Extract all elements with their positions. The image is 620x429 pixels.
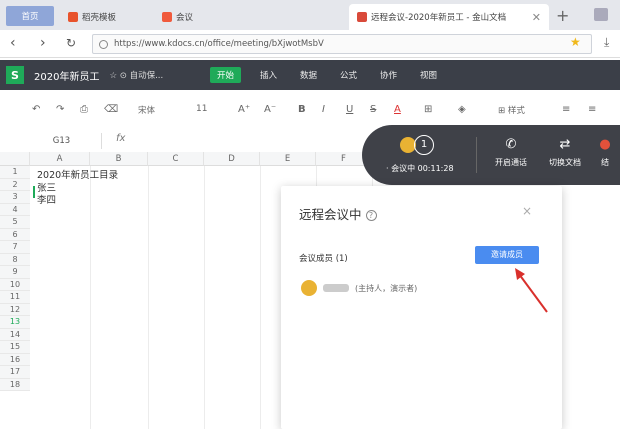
- member-row: (主持人，演示者): [301, 280, 417, 296]
- bookmark-star-icon[interactable]: ★: [570, 35, 581, 49]
- app-header: S 2020年新员工 ☆ ⊙ 自动保... 开始 插入 数据 公式 协作 视图: [0, 60, 620, 90]
- font-size-select[interactable]: 11: [196, 104, 207, 114]
- font-select[interactable]: 宋体: [138, 104, 155, 116]
- grid-line: [260, 166, 261, 429]
- end-icon: ●: [599, 137, 611, 152]
- end-meeting-button[interactable]: ● 结: [590, 137, 620, 168]
- column-header[interactable]: A: [30, 152, 90, 166]
- remote-meeting-icon: [357, 12, 367, 22]
- search-icon: [99, 39, 108, 49]
- tab-templates[interactable]: 稻壳模板: [62, 4, 146, 30]
- menu-insert[interactable]: 插入: [260, 69, 277, 81]
- close-icon[interactable]: ×: [522, 204, 532, 218]
- italic-icon[interactable]: I: [322, 104, 325, 115]
- row-header[interactable]: 5: [0, 216, 30, 229]
- document-title[interactable]: 2020年新员工: [34, 68, 99, 83]
- phone-icon: ✆: [505, 137, 517, 152]
- row-header[interactable]: 6: [0, 228, 30, 241]
- switch-doc-icon: ⇄: [559, 137, 571, 152]
- row-header[interactable]: 16: [0, 353, 30, 366]
- row-header[interactable]: 7: [0, 241, 30, 254]
- meeting-status: · 会议中 00:11:28: [386, 164, 454, 173]
- start-call-button[interactable]: ✆ 开启通话: [486, 137, 536, 168]
- app-logo: S: [6, 66, 24, 84]
- column-header[interactable]: E: [260, 152, 316, 166]
- cell-style-select[interactable]: ⊞ 样式: [498, 104, 525, 116]
- clear-format-icon[interactable]: ⌫: [104, 104, 118, 115]
- row-header[interactable]: 9: [0, 266, 30, 279]
- member-role: (主持人，演示者): [355, 283, 418, 293]
- url-input[interactable]: https://www.kdocs.cn/office/meeting/bXjw…: [92, 34, 592, 54]
- row-header[interactable]: 18: [0, 378, 30, 391]
- browser-tab-bar: 首页 稻壳模板 会议 远程会议-2020年新员工 - 金山文档 ✕ +: [0, 0, 620, 30]
- row-header[interactable]: 11: [0, 291, 30, 304]
- format-painter-icon[interactable]: ⎙: [80, 104, 88, 115]
- switch-document-button[interactable]: ⇄ 切换文档: [540, 137, 590, 168]
- divider: [476, 137, 477, 173]
- menu-data[interactable]: 数据: [300, 69, 317, 81]
- fill-color-icon[interactable]: ◈: [458, 104, 466, 115]
- templates-icon: [68, 12, 78, 22]
- close-tab-icon[interactable]: ✕: [532, 11, 541, 24]
- cell-reference-box[interactable]: G13: [22, 133, 102, 149]
- meeting-control-bar: 1 · 会议中 00:11:28 ✆ 开启通话 ⇄ 切换文档 ● 结: [362, 125, 620, 185]
- tab-home[interactable]: 首页: [6, 6, 54, 26]
- font-color-icon[interactable]: A: [394, 104, 401, 115]
- row-header[interactable]: 3: [0, 191, 30, 204]
- menu-formula[interactable]: 公式: [340, 69, 357, 81]
- new-tab-icon[interactable]: +: [556, 6, 569, 25]
- grid-line: [148, 166, 149, 429]
- underline-icon[interactable]: U: [346, 104, 353, 115]
- help-icon[interactable]: ?: [365, 210, 377, 221]
- address-bar-row: ‹ › ↻ https://www.kdocs.cn/office/meetin…: [0, 30, 620, 58]
- annotation-arrow: [515, 268, 548, 313]
- align-center-icon[interactable]: ≡: [588, 104, 596, 115]
- border-icon[interactable]: ⊞: [424, 104, 432, 115]
- strikethrough-icon[interactable]: S: [370, 104, 376, 115]
- row-header[interactable]: 1: [0, 166, 30, 179]
- tab-meeting[interactable]: 会议: [156, 4, 240, 30]
- undo-icon[interactable]: ↶: [32, 104, 40, 115]
- panel-title: 远程会议中?: [299, 204, 377, 223]
- row-header[interactable]: 2: [0, 178, 30, 191]
- avatar: [301, 280, 317, 296]
- row-header[interactable]: 17: [0, 366, 30, 379]
- fx-icon[interactable]: fx: [116, 133, 125, 144]
- row-header[interactable]: 4: [0, 203, 30, 216]
- download-icon[interactable]: ⤓: [604, 35, 609, 50]
- meeting-icon: [162, 12, 172, 22]
- menu-start[interactable]: 开始: [210, 67, 242, 83]
- cell-a3[interactable]: 李四: [37, 192, 56, 206]
- grid-line: [204, 166, 205, 429]
- row-header[interactable]: 12: [0, 303, 30, 316]
- menu-view[interactable]: 视图: [420, 69, 437, 81]
- column-header[interactable]: C: [148, 152, 204, 166]
- forward-icon[interactable]: ›: [40, 35, 46, 51]
- row-header-selected[interactable]: 13: [0, 316, 30, 329]
- menu-collaborate[interactable]: 协作: [380, 69, 397, 81]
- tab-list-icon[interactable]: [594, 8, 608, 21]
- selection-cursor: [33, 186, 35, 198]
- member-name-redacted: [323, 284, 349, 292]
- bold-icon[interactable]: B: [298, 104, 306, 115]
- members-label: 会议成员 (1): [299, 254, 348, 264]
- back-icon[interactable]: ‹: [10, 35, 16, 51]
- column-header[interactable]: B: [90, 152, 148, 166]
- row-header[interactable]: 14: [0, 328, 30, 341]
- grow-font-icon[interactable]: A⁺: [238, 104, 250, 115]
- shrink-font-icon[interactable]: A⁻: [264, 104, 276, 115]
- reload-icon[interactable]: ↻: [66, 36, 76, 50]
- align-left-icon[interactable]: ≡: [562, 104, 570, 115]
- select-all-corner[interactable]: [0, 152, 30, 166]
- row-header[interactable]: 15: [0, 341, 30, 354]
- redo-icon[interactable]: ↷: [56, 104, 64, 115]
- grid-line: [90, 166, 91, 429]
- row-header[interactable]: 10: [0, 278, 30, 291]
- participant-count[interactable]: 1: [414, 135, 434, 155]
- autosave-status: ☆ ⊙ 自动保...: [109, 71, 164, 81]
- row-header[interactable]: 8: [0, 253, 30, 266]
- column-header[interactable]: D: [204, 152, 260, 166]
- tab-remote-meeting[interactable]: 远程会议-2020年新员工 - 金山文档 ✕: [349, 4, 549, 30]
